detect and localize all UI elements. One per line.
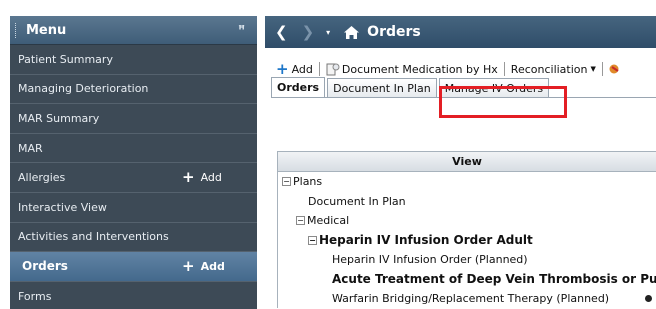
document-medication-icon (326, 63, 340, 75)
orders-view-tree: View − Plans Document In Plan − Medical … (277, 151, 656, 308)
tab-document-in-plan[interactable]: Document In Plan (327, 78, 437, 97)
menu-item-label: MAR (18, 141, 43, 155)
menu-item-mar[interactable]: MAR (10, 134, 257, 164)
menu-item-orders[interactable]: Orders + Add (10, 252, 257, 282)
menu-item-forms[interactable]: Forms (10, 282, 257, 309)
document-medication-button[interactable]: Document Medication by Hx (326, 63, 498, 76)
chevron-down-icon: ▼ (590, 65, 596, 73)
grip-icon[interactable] (15, 23, 18, 38)
menu-item-allergies[interactable]: Allergies + Add (10, 163, 257, 193)
annotation-highlight-box (439, 86, 567, 118)
reconciliation-button[interactable]: Reconciliation ▼ (511, 63, 596, 76)
toolbar-divider (318, 62, 320, 76)
tree-row-label: Document In Plan (308, 194, 406, 208)
menu-item-label: Orders (22, 259, 68, 274)
plus-icon: + (276, 59, 289, 78)
collapse-icon[interactable]: − (308, 235, 317, 245)
status-dot-icon (645, 295, 652, 302)
tree-row-label: Acute Treatment of Deep Vein Thrombosis … (332, 272, 656, 287)
tab-orders[interactable]: Orders (271, 77, 326, 97)
toolbar-divider (503, 62, 505, 76)
tab-label: Orders (277, 81, 320, 94)
menu-item-patient-summary[interactable]: Patient Summary (10, 45, 257, 75)
page-title: Orders (367, 24, 421, 40)
menu-item-label: Allergies (18, 171, 66, 185)
menu-item-managing-deterioration[interactable]: Managing Deterioration (10, 75, 257, 105)
pin-icon[interactable]: ꟸ (238, 23, 245, 36)
menu-item-mar-summary[interactable]: MAR Summary (10, 104, 257, 134)
menu-item-label: Patient Summary (18, 52, 113, 66)
allergies-add-button[interactable]: + Add (182, 163, 222, 192)
add-order-button[interactable]: + Add (276, 59, 313, 78)
reconciliation-label: Reconciliation (510, 62, 588, 76)
menu-item-label: Forms (18, 289, 52, 303)
add-label: Add (200, 171, 222, 185)
back-arrow-icon[interactable]: ❮ (275, 23, 288, 41)
collapse-icon[interactable]: − (296, 216, 305, 226)
tree-row-label: Heparin IV Infusion Order (Planned) (332, 253, 528, 267)
history-dropdown-icon[interactable]: ▾ (326, 28, 330, 37)
view-column-header: View (278, 152, 656, 172)
toolbar-divider (601, 62, 603, 76)
tab-label: Document In Plan (333, 81, 431, 95)
tree-row-plans[interactable]: − Plans (278, 172, 656, 192)
menu-item-interactive-view[interactable]: Interactive View (10, 193, 257, 223)
app-window: Menu ꟸ Patient Summary Managing Deterior… (0, 0, 656, 309)
collapse-icon[interactable]: − (282, 177, 291, 187)
forward-arrow-icon[interactable]: ❯ (302, 23, 315, 41)
tree-row-label: Heparin IV Infusion Order Adult (319, 233, 533, 248)
tree-row-acute-treatment[interactable]: Acute Treatment of Deep Vein Thrombosis … (278, 270, 656, 290)
tree-row-label: Medical (307, 214, 350, 228)
add-label: Add (200, 259, 225, 273)
menu-item-label: MAR Summary (18, 111, 100, 125)
add-label: Add (291, 62, 313, 76)
tree-row-document-in-plan[interactable]: Document In Plan (278, 192, 656, 212)
menu-title: Menu (26, 22, 67, 38)
menu-item-activities-and-interventions[interactable]: Activities and Interventions (10, 223, 257, 253)
plus-icon: + (182, 168, 195, 187)
document-medication-label: Document Medication by Hx (341, 62, 498, 76)
tree-row-medical[interactable]: − Medical (278, 211, 656, 231)
more-tools-icon[interactable] (609, 62, 621, 76)
tree-row-label: Warfarin Bridging/Replacement Therapy (P… (332, 292, 610, 306)
menu-header: Menu ꟸ (10, 16, 257, 45)
tree-row-heparin-plan[interactable]: − Heparin IV Infusion Order Adult (278, 231, 656, 251)
tree-row-heparin-order[interactable]: Heparin IV Infusion Order (Planned) (278, 250, 656, 270)
tree-row-label: Plans (293, 175, 323, 189)
home-icon[interactable] (344, 25, 360, 39)
menu-item-label: Interactive View (18, 200, 107, 214)
menu-item-label: Managing Deterioration (18, 82, 149, 96)
orders-add-button[interactable]: + Add (182, 252, 225, 281)
nav-bar: ❮ ❯ ▾ Orders (265, 16, 656, 48)
tree-row-warfarin[interactable]: Warfarin Bridging/Replacement Therapy (P… (278, 289, 656, 308)
plus-icon: + (182, 256, 195, 275)
menu-item-label: Activities and Interventions (18, 230, 169, 244)
orders-toolbar: + Add Document Medication by Hx Reconcil… (276, 60, 621, 78)
side-menu: Menu ꟸ Patient Summary Managing Deterior… (10, 16, 257, 309)
